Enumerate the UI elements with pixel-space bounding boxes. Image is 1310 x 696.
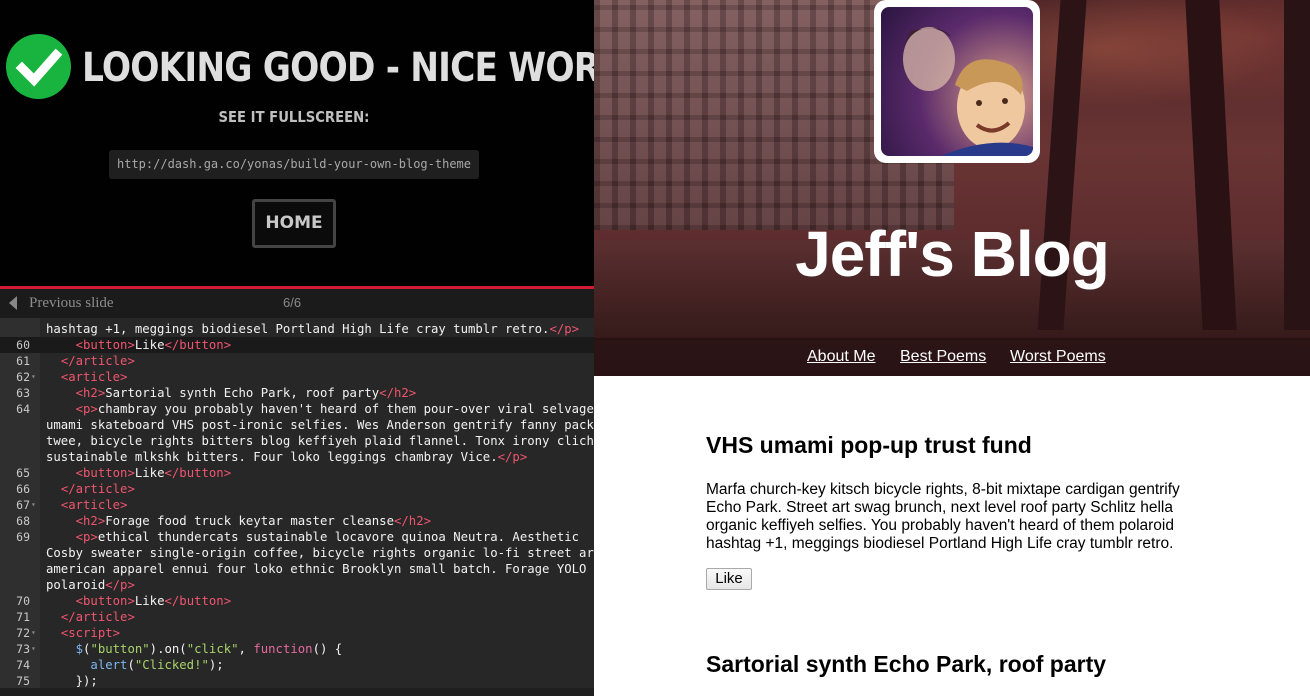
fullscreen-url-field[interactable]: http://dash.ga.co/yonas/build-your-own-b… [109, 150, 479, 179]
code-text: hashtag +1, meggings biodiesel Portland … [46, 322, 580, 336]
code-line[interactable]: 60 <button>Like</button> [0, 337, 594, 353]
code-line[interactable]: hashtag +1, meggings biodiesel Portland … [0, 321, 594, 337]
code-line[interactable]: 67 ▾ <article> [0, 497, 594, 513]
code-line[interactable]: 75 }); [0, 673, 594, 689]
code-line[interactable]: 61 </article> [0, 353, 594, 369]
code-line[interactable]: 70 <button>Like</button> [0, 593, 594, 609]
success-banner: LOOKING GOOD - NICE WORK! SEE IT FULLSCR… [0, 0, 641, 287]
line-number: 62 [16, 370, 30, 384]
post-title: VHS umami pop-up trust fund [706, 432, 1032, 458]
post-title: Sartorial synth Echo Park, roof party [706, 651, 1107, 677]
line-number: 72 [16, 626, 30, 640]
left-arrow-icon[interactable] [9, 296, 17, 310]
line-number: 63 [16, 386, 30, 400]
line-number: 65 [16, 466, 30, 480]
code-text: american apparel ennui four loko ethnic … [46, 562, 587, 576]
code-line[interactable]: polaroid</p> [0, 577, 594, 593]
code-text: <p>ethical thundercats sustainable locav… [75, 530, 580, 544]
blog-title: Jeff's Blog [795, 218, 1110, 290]
line-number: 75 [16, 674, 30, 688]
code-line[interactable]: 68 <h2>Forage food truck keytar master c… [0, 513, 594, 529]
code-line[interactable]: 65 <button>Like</button> [0, 465, 594, 481]
code-text: <article> [60, 498, 128, 512]
code-text: </article> [60, 482, 135, 496]
editor-panel: LOOKING GOOD - NICE WORK! SEE IT FULLSCR… [0, 0, 641, 696]
code-line[interactable]: 74 alert("Clicked!"); [0, 657, 594, 673]
avatar-frame [874, 0, 1040, 163]
code-text: Cosby sweater single-origin coffee, bicy… [46, 546, 594, 560]
code-editor[interactable]: hashtag +1, meggings biodiesel Portland … [0, 318, 594, 696]
code-text: }); [46, 674, 98, 688]
editor-scrollbar[interactable] [0, 688, 594, 696]
code-line[interactable]: 72 ▾ <script> [0, 625, 594, 641]
line-number: 70 [16, 594, 30, 608]
code-text: <h2>Sartorial synth Echo Park, roof part… [75, 386, 417, 400]
code-text: alert("Clicked!"); [90, 658, 224, 672]
code-text: </article> [60, 354, 135, 368]
success-title: LOOKING GOOD - NICE WORK! [82, 45, 641, 91]
slide-counter: 6/6 [283, 295, 302, 310]
code-text: umami skateboard VHS post-ironic selfies… [46, 418, 594, 432]
nav-link-worst-poems[interactable]: Worst Poems [1010, 347, 1106, 367]
slide-navigation: Previous slide 6/6 [0, 289, 594, 318]
code-text: </article> [60, 610, 135, 624]
code-text: polaroid</p> [46, 578, 135, 592]
code-line[interactable]: 73 ▾ $("button").on("click", function() { [0, 641, 594, 657]
line-number: 68 [16, 514, 30, 528]
line-number: 60 [16, 338, 30, 352]
avatar [881, 7, 1033, 156]
code-text: <button>Like</button> [75, 466, 232, 480]
code-line[interactable]: Cosby sweater single-origin coffee, bicy… [0, 545, 594, 561]
checkmark-icon [6, 34, 71, 99]
code-text: <h2>Forage food truck keytar master clea… [75, 514, 432, 528]
code-text: $("button").on("click", function() { [75, 642, 343, 656]
line-number: 67 [16, 498, 30, 512]
line-number: 71 [16, 610, 30, 624]
line-number: 61 [16, 354, 30, 368]
code-line[interactable]: 63 <h2>Sartorial synth Echo Park, roof p… [0, 385, 594, 401]
code-line[interactable]: 66 </article> [0, 481, 594, 497]
code-text: <button>Like</button> [75, 594, 232, 608]
post-body: Marfa church-key kitsch bicycle rights, … [706, 481, 1180, 552]
nav-link-about-me[interactable]: About Me [807, 347, 875, 367]
hero-banner: Jeff's Blog About Me Best Poems Worst Po… [594, 0, 1310, 376]
code-line[interactable]: umami skateboard VHS post-ironic selfies… [0, 417, 594, 433]
nav-link-best-poems[interactable]: Best Poems [900, 347, 986, 367]
previous-slide-link[interactable]: Previous slide [29, 293, 114, 313]
blog-nav: About Me Best Poems Worst Poems [594, 338, 1310, 376]
fold-arrow-icon[interactable]: ▾ [31, 369, 36, 385]
code-text: <p>chambray you probably haven't heard o… [75, 402, 594, 416]
code-text: <article> [60, 370, 128, 384]
fullscreen-label: SEE IT FULLSCREEN: [218, 108, 370, 126]
code-line[interactable]: sustainable mlkshk bitters. Four loko le… [0, 449, 594, 465]
code-line[interactable]: american apparel ennui four loko ethnic … [0, 561, 594, 577]
code-line[interactable]: 71 </article> [0, 609, 594, 625]
code-text: twee, bicycle rights bitters blog keffiy… [46, 434, 594, 448]
blog-preview: Jeff's Blog About Me Best Poems Worst Po… [594, 0, 1310, 696]
fold-arrow-icon[interactable]: ▾ [31, 641, 36, 657]
line-number: 69 [16, 530, 30, 544]
code-line[interactable]: 69 <p>ethical thundercats sustainable lo… [0, 529, 594, 545]
home-button[interactable]: HOME [252, 199, 336, 248]
code-text: <button>Like</button> [75, 338, 232, 352]
code-text: <script> [60, 626, 121, 640]
line-number: 64 [16, 402, 30, 416]
like-button[interactable]: Like [706, 568, 752, 590]
line-number: 73 [16, 642, 30, 656]
fold-arrow-icon[interactable]: ▾ [31, 497, 36, 513]
line-number: 66 [16, 482, 30, 496]
fold-arrow-icon[interactable]: ▾ [31, 625, 36, 641]
code-text: sustainable mlkshk bitters. Four loko le… [46, 450, 528, 464]
line-number: 74 [16, 658, 30, 672]
code-line[interactable]: 62 ▾ <article> [0, 369, 594, 385]
code-line[interactable]: 64 <p>chambray you probably haven't hear… [0, 401, 594, 417]
code-line[interactable]: twee, bicycle rights bitters blog keffiy… [0, 433, 594, 449]
